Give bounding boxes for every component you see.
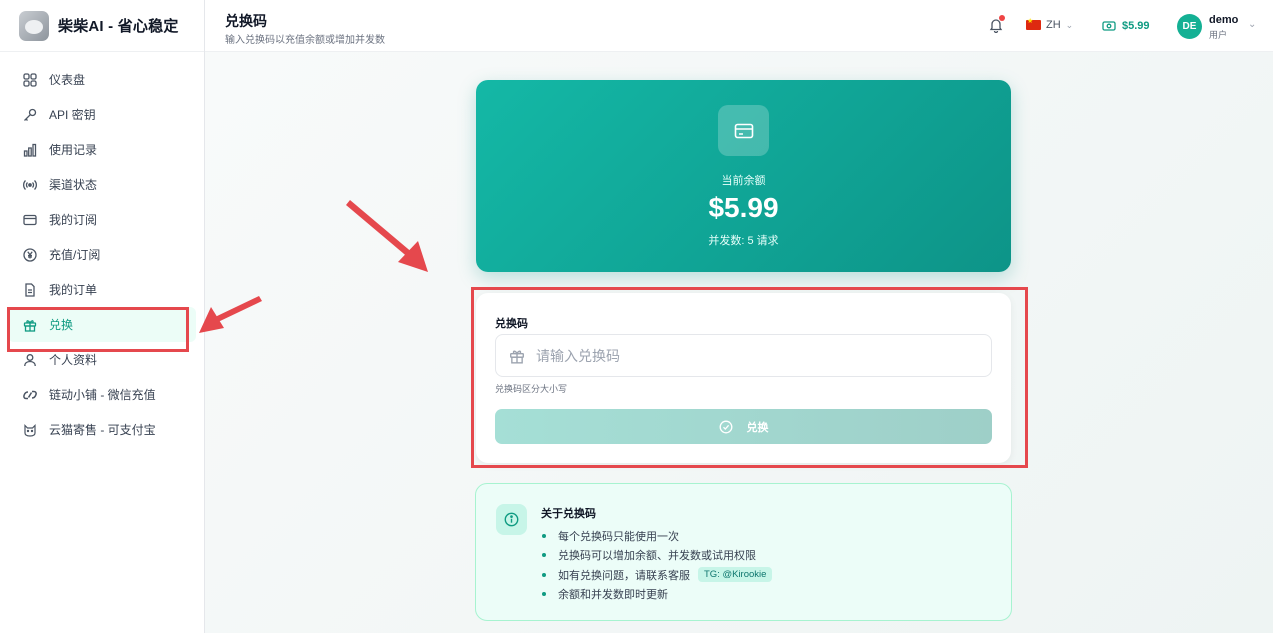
- user-icon: [22, 352, 38, 368]
- page-subtitle: 输入兑换码以充值余额或增加并发数: [225, 35, 385, 46]
- sidebar-item-label: 仪表盘: [49, 73, 86, 87]
- user-name[interactable]: demo: [1209, 14, 1238, 26]
- annotation-highlight-redeem-form: [471, 287, 1028, 468]
- balance-amount: $5.99: [708, 192, 779, 223]
- sidebar-item-label: 链动小铺 - 微信充值: [49, 388, 156, 402]
- china-flag-icon: [1026, 17, 1041, 30]
- yuan-icon: [22, 247, 38, 263]
- balance-card: 当前余额 $5.99 并发数: 5 请求: [476, 80, 1011, 272]
- sidebar-item-label: 使用记录: [49, 143, 98, 157]
- link-icon: [22, 387, 38, 403]
- sidebar-item-label: API 密钥: [49, 108, 96, 122]
- sidebar-nav: 仪表盘 API 密钥 使用记录 渠道状态 我的订阅 充值/订阅 我的订单 兑换: [0, 52, 204, 447]
- dashboard-icon: [22, 72, 38, 88]
- sidebar-item-usage[interactable]: 使用记录: [0, 132, 204, 167]
- redeem-info-card: 关于兑换码 每个兑换码只能使用一次 兑换码可以增加余额、并发数或试用权限 如有兑…: [475, 483, 1012, 621]
- info-title: 关于兑换码: [541, 508, 596, 520]
- sidebar-item-label: 个人资料: [49, 353, 98, 367]
- sidebar-item-label: 我的订阅: [49, 213, 98, 227]
- sidebar-item-alipay-shop[interactable]: 云猫寄售 - 可支付宝: [0, 412, 204, 447]
- chevron-down-icon: ⌄: [1065, 19, 1074, 30]
- document-icon: [22, 282, 38, 298]
- header-balance[interactable]: $5.99: [1102, 19, 1150, 33]
- wallet-card-icon: [718, 105, 769, 156]
- telegram-contact-badge[interactable]: TG: @Kirookie: [698, 567, 773, 583]
- info-item: 余额和并发数即时更新: [541, 585, 772, 605]
- info-item: 兑换码可以增加余额、并发数或试用权限: [541, 546, 772, 566]
- info-list: 每个兑换码只能使用一次 兑换码可以增加余额、并发数或试用权限 如有兑换问题，请联…: [541, 526, 773, 605]
- sidebar-item-orders[interactable]: 我的订单: [0, 272, 204, 307]
- balance-label: 当前余额: [721, 175, 766, 187]
- notification-dot: [999, 15, 1005, 21]
- sidebar-item-subscriptions[interactable]: 我的订阅: [0, 202, 204, 237]
- sidebar-item-channel-status[interactable]: 渠道状态: [0, 167, 204, 202]
- brand-logo: [19, 10, 49, 41]
- sidebar-item-api-keys[interactable]: API 密钥: [0, 97, 204, 132]
- brand[interactable]: 柴柴AI - 省心稳定: [0, 0, 204, 52]
- sidebar-item-label: 渠道状态: [49, 178, 98, 192]
- bar-chart-icon: [22, 142, 38, 158]
- sidebar-item-dashboard[interactable]: 仪表盘: [0, 62, 204, 97]
- notification-bell-icon[interactable]: [988, 15, 1005, 34]
- annotation-highlight-sidebar-redeem: [7, 307, 189, 352]
- credit-card-icon: [22, 212, 38, 228]
- header-balance-value: $5.99: [1122, 20, 1150, 32]
- user-menu-chevron-icon[interactable]: ⌄: [1248, 19, 1256, 30]
- top-header: 兑换码 输入兑换码以充值余额或增加并发数 ZH ⌄ $5.99 DE demo …: [205, 0, 1273, 52]
- money-icon: [1102, 19, 1116, 33]
- sidebar-item-wechat-shop[interactable]: 链动小铺 - 微信充值: [0, 377, 204, 412]
- info-item: 每个兑换码只能使用一次: [541, 526, 772, 546]
- language-switcher[interactable]: ZH ⌄: [1026, 17, 1074, 31]
- info-icon: [496, 504, 527, 535]
- sidebar-item-label: 充值/订阅: [49, 248, 101, 262]
- info-item: 如有兑换问题，请联系客服 TG: @Kirookie: [541, 565, 773, 585]
- brand-title: 柴柴AI - 省心稳定: [58, 18, 179, 35]
- key-icon: [22, 107, 38, 123]
- sidebar-item-label: 我的订单: [49, 283, 98, 297]
- broadcast-icon: [22, 177, 38, 193]
- user-role: 用户: [1209, 30, 1228, 40]
- sidebar-item-label: 云猫寄售 - 可支付宝: [49, 423, 156, 437]
- sidebar-item-recharge[interactable]: 充值/订阅: [0, 237, 204, 272]
- cat-icon: [22, 422, 38, 438]
- page-title: 兑换码: [225, 13, 267, 29]
- concurrency-text: 并发数: 5 请求: [708, 235, 779, 247]
- language-code: ZH: [1046, 19, 1061, 31]
- avatar[interactable]: DE: [1177, 14, 1202, 39]
